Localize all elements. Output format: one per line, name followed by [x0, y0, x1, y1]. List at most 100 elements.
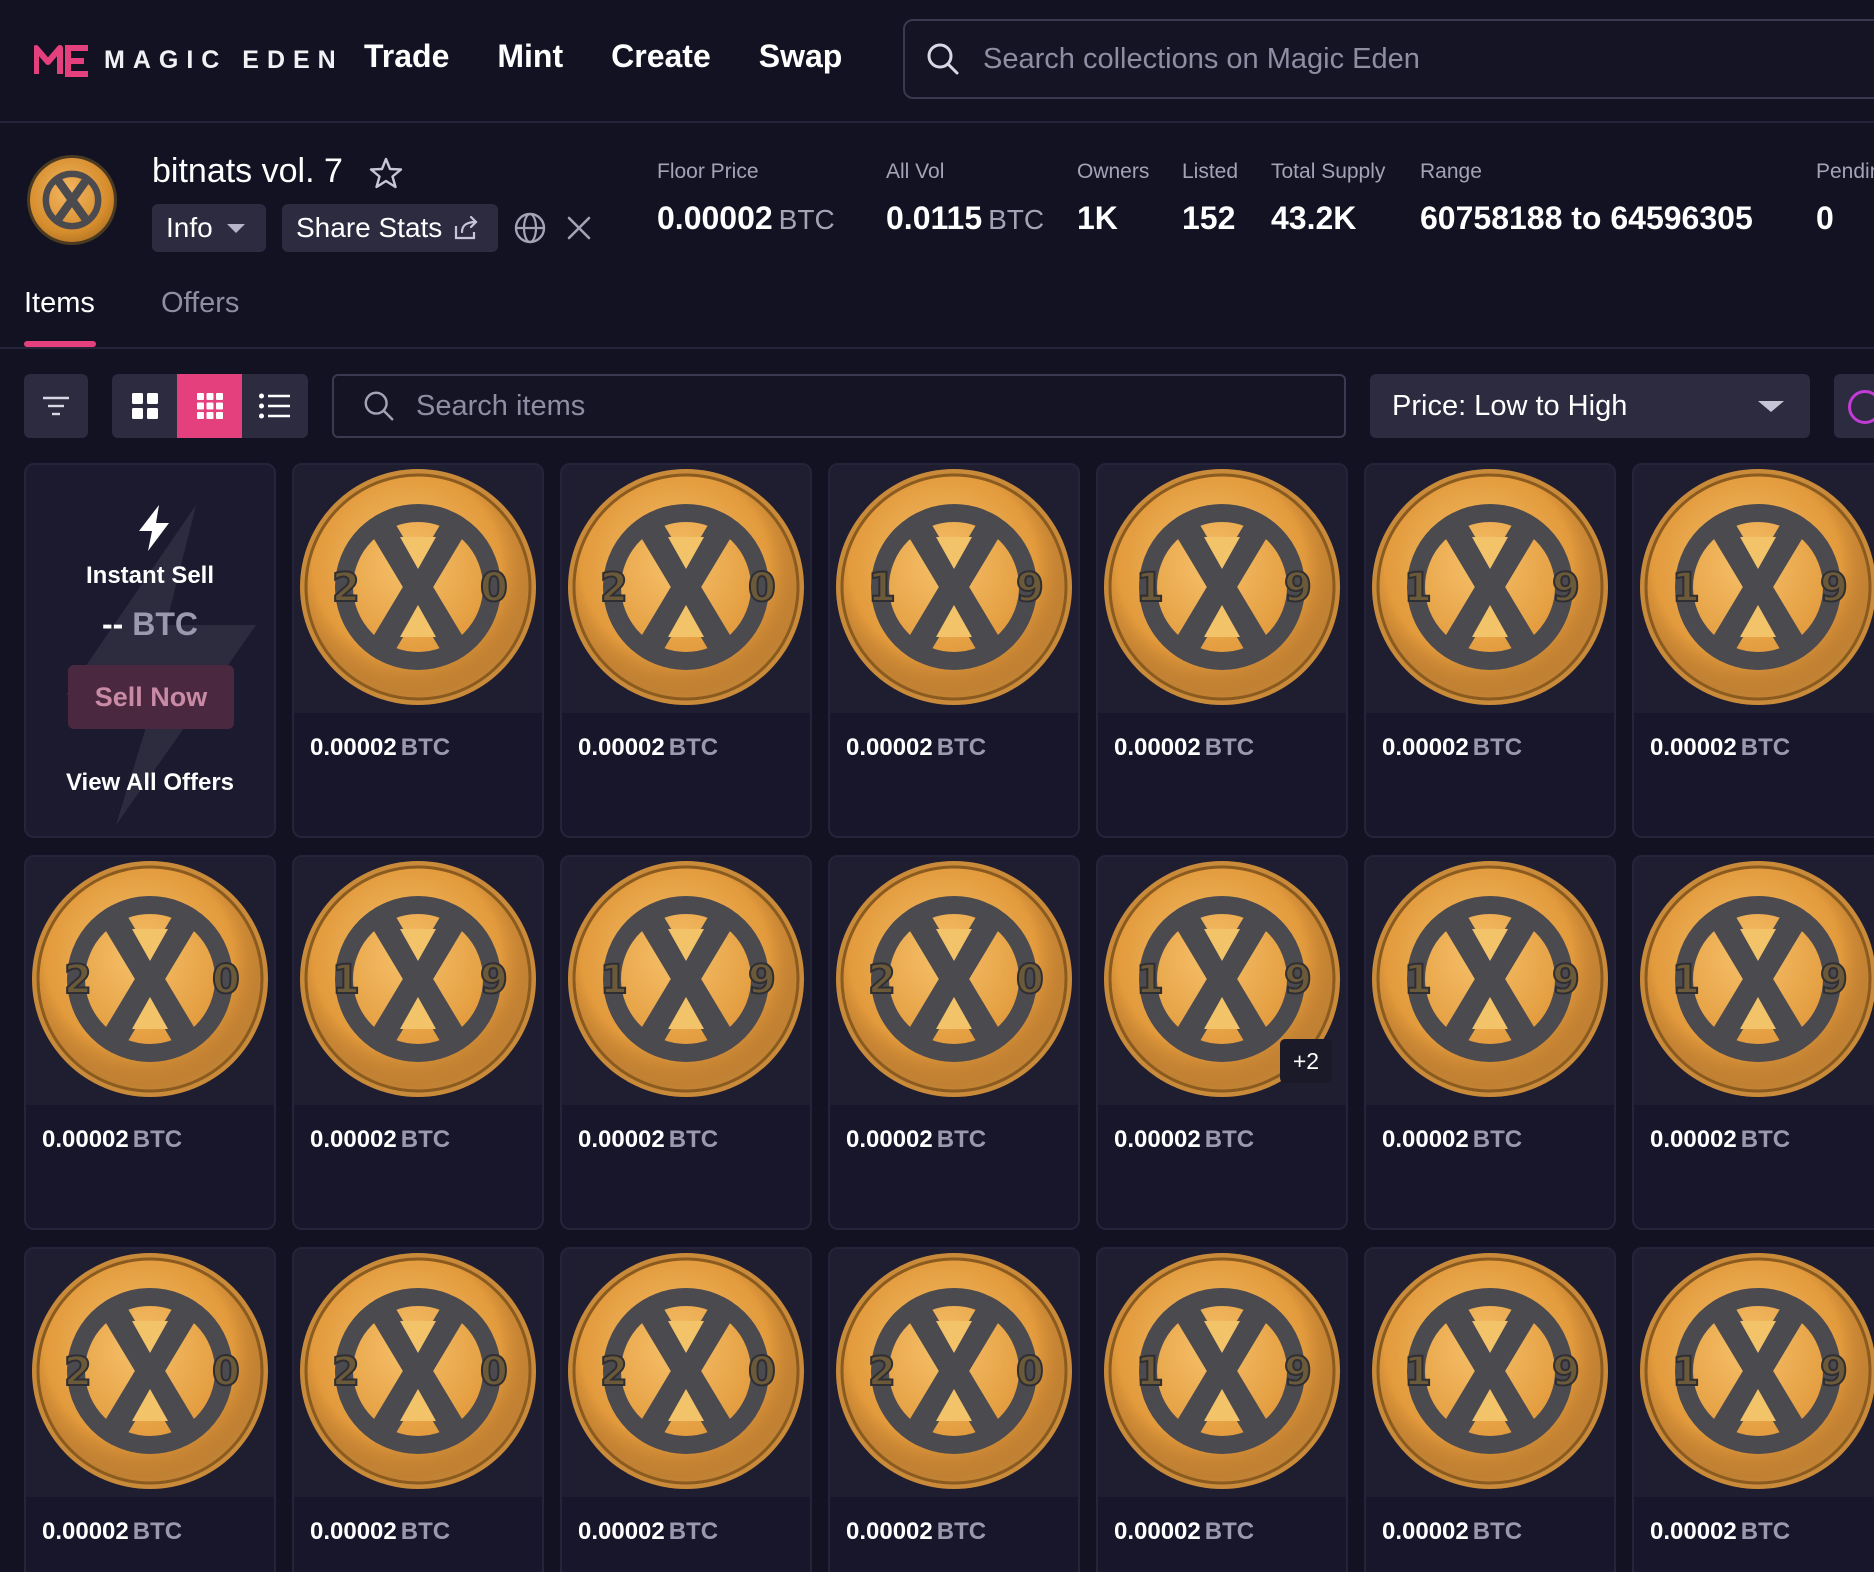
collection-search-input[interactable]	[983, 42, 1783, 76]
grid-small-button[interactable]	[177, 374, 242, 438]
items-search[interactable]	[332, 374, 1346, 438]
item-image: 19	[1098, 465, 1346, 713]
item-card[interactable]: 1 9 0.00002 BTC	[560, 855, 812, 1230]
item-price-unit: BTC	[400, 1518, 451, 1545]
item-card[interactable]: 1 9 0.00002 BTC	[1364, 1247, 1616, 1572]
item-price-unit: BTC	[1204, 1518, 1255, 1545]
share-stats-button[interactable]: Share Stats	[282, 204, 498, 252]
item-price-unit: BTC	[132, 1518, 183, 1545]
grid-large-button[interactable]	[112, 374, 177, 438]
coin-image: 19	[1372, 861, 1608, 1097]
item-price-value: 0.00002	[578, 1518, 665, 1545]
item-price: 0.00002 BTC	[1650, 734, 1790, 762]
item-card[interactable]: 2 0 0.00002 BTC	[560, 463, 812, 838]
item-card[interactable]: 1 9 0.00002 BTC	[292, 855, 544, 1230]
coin-image: 19	[1372, 1253, 1608, 1489]
x-logo-icon[interactable]	[566, 215, 592, 241]
item-price-unit: BTC	[1740, 734, 1791, 761]
item-card[interactable]: 2 0 0.00002 BTC	[828, 1247, 1080, 1572]
item-image: 20	[562, 465, 810, 713]
coin-right-digit: 9	[1284, 1349, 1312, 1395]
item-price-value: 0.00002	[578, 734, 665, 761]
item-price: 0.00002 BTC	[1382, 1518, 1522, 1546]
item-price-unit: BTC	[1740, 1518, 1791, 1545]
magic-eden-logo[interactable]: MAGIC EDEN	[34, 42, 344, 78]
sort-dropdown[interactable]: Price: Low to High	[1370, 374, 1810, 438]
nav-swap[interactable]: Swap	[759, 38, 843, 75]
nav-trade[interactable]: Trade	[364, 38, 449, 75]
collection-search[interactable]	[903, 19, 1874, 99]
item-card[interactable]: 1 9 0.00002 BTC	[828, 463, 1080, 838]
coin-image: 20	[568, 469, 804, 705]
coin-image: 20	[836, 1253, 1072, 1489]
sell-now-button[interactable]: Sell Now	[68, 665, 234, 729]
coin-image: 19	[568, 861, 804, 1097]
stat-label: Pendin	[1816, 160, 1874, 183]
tab-items[interactable]: Items	[24, 287, 95, 320]
item-price-unit: BTC	[1204, 734, 1255, 761]
view-all-offers-link[interactable]: View All Offers	[26, 769, 274, 797]
item-price-unit: BTC	[1472, 1518, 1523, 1545]
item-price-value: 0.00002	[310, 734, 397, 761]
item-price-value: 0.00002	[1114, 734, 1201, 761]
search-icon	[364, 391, 394, 421]
star-icon[interactable]	[368, 155, 404, 191]
item-card[interactable]: 1 9 0.00002 BTC	[1096, 1247, 1348, 1572]
tab-offers[interactable]: Offers	[161, 287, 239, 320]
nav-mint[interactable]: Mint	[497, 38, 563, 75]
item-card[interactable]: 2 0 0.00002 BTC	[292, 463, 544, 838]
item-card[interactable]: 1 9 0.00002 BTC	[1632, 463, 1874, 838]
item-price-unit: BTC	[668, 1126, 719, 1153]
coin-left-digit: 1	[1404, 957, 1432, 1003]
item-card[interactable]: 1 9 0.00002 BTC	[1364, 855, 1616, 1230]
item-image: 19	[1634, 465, 1874, 713]
coin-right-digit: 0	[480, 565, 508, 611]
item-card[interactable]: 1 9 0.00002 BTC	[1632, 855, 1874, 1230]
item-card[interactable]: 2 0 0.00002 BTC	[292, 1247, 544, 1572]
item-price-unit: BTC	[1472, 734, 1523, 761]
coin-image	[42, 170, 102, 230]
item-card[interactable]: 1 9 0.00002 BTC +2	[1096, 855, 1348, 1230]
item-image: 19	[1366, 1249, 1614, 1497]
item-price-value: 0.00002	[42, 1518, 129, 1545]
coin-image: 20	[32, 1253, 268, 1489]
wallet-button[interactable]	[1834, 374, 1874, 438]
item-card[interactable]: 2 0 0.00002 BTC	[828, 855, 1080, 1230]
item-price: 0.00002 BTC	[1382, 1126, 1522, 1154]
coin-right-digit: 9	[1016, 565, 1044, 611]
coin-left-digit: 1	[1404, 1349, 1432, 1395]
item-price: 0.00002 BTC	[42, 1126, 182, 1154]
coin-left-digit: 1	[868, 565, 896, 611]
coin-image: 19	[1104, 1253, 1340, 1489]
stat-value: 0	[1816, 200, 1834, 236]
item-price-value: 0.00002	[1382, 1518, 1469, 1545]
item-price-unit: BTC	[1740, 1126, 1791, 1153]
item-price-unit: BTC	[936, 734, 987, 761]
item-price: 0.00002 BTC	[310, 1518, 450, 1546]
item-price: 0.00002 BTC	[1650, 1518, 1790, 1546]
filter-button[interactable]	[24, 374, 88, 438]
coin-image: 19	[1640, 469, 1874, 705]
item-card[interactable]: 2 0 0.00002 BTC	[560, 1247, 812, 1572]
info-dropdown[interactable]: Info	[152, 204, 266, 252]
list-view-button[interactable]	[242, 374, 307, 438]
coin-right-digit: 9	[1820, 1349, 1848, 1395]
items-search-input[interactable]	[416, 389, 1116, 423]
item-card[interactable]: 1 9 0.00002 BTC	[1096, 463, 1348, 838]
view-toggle	[112, 374, 308, 438]
stat-label: Total Supply	[1271, 160, 1386, 183]
instant-sell-card: Instant Sell -- BTC Sell Now View All Of…	[24, 463, 276, 838]
item-card[interactable]: 1 9 0.00002 BTC	[1364, 463, 1616, 838]
item-price-unit: BTC	[400, 734, 451, 761]
item-price-value: 0.00002	[578, 1126, 665, 1153]
item-count-badge: +2	[1280, 1039, 1332, 1083]
item-card[interactable]: 2 0 0.00002 BTC	[24, 1247, 276, 1572]
globe-icon[interactable]	[513, 211, 547, 245]
item-image: 19	[1366, 465, 1614, 713]
item-card[interactable]: 1 9 0.00002 BTC	[1632, 1247, 1874, 1572]
nav-create[interactable]: Create	[611, 38, 711, 75]
coin-right-digit: 9	[1820, 565, 1848, 611]
coin-left-digit: 2	[64, 1349, 92, 1395]
item-card[interactable]: 2 0 0.00002 BTC	[24, 855, 276, 1230]
coin-right-digit: 0	[748, 565, 776, 611]
